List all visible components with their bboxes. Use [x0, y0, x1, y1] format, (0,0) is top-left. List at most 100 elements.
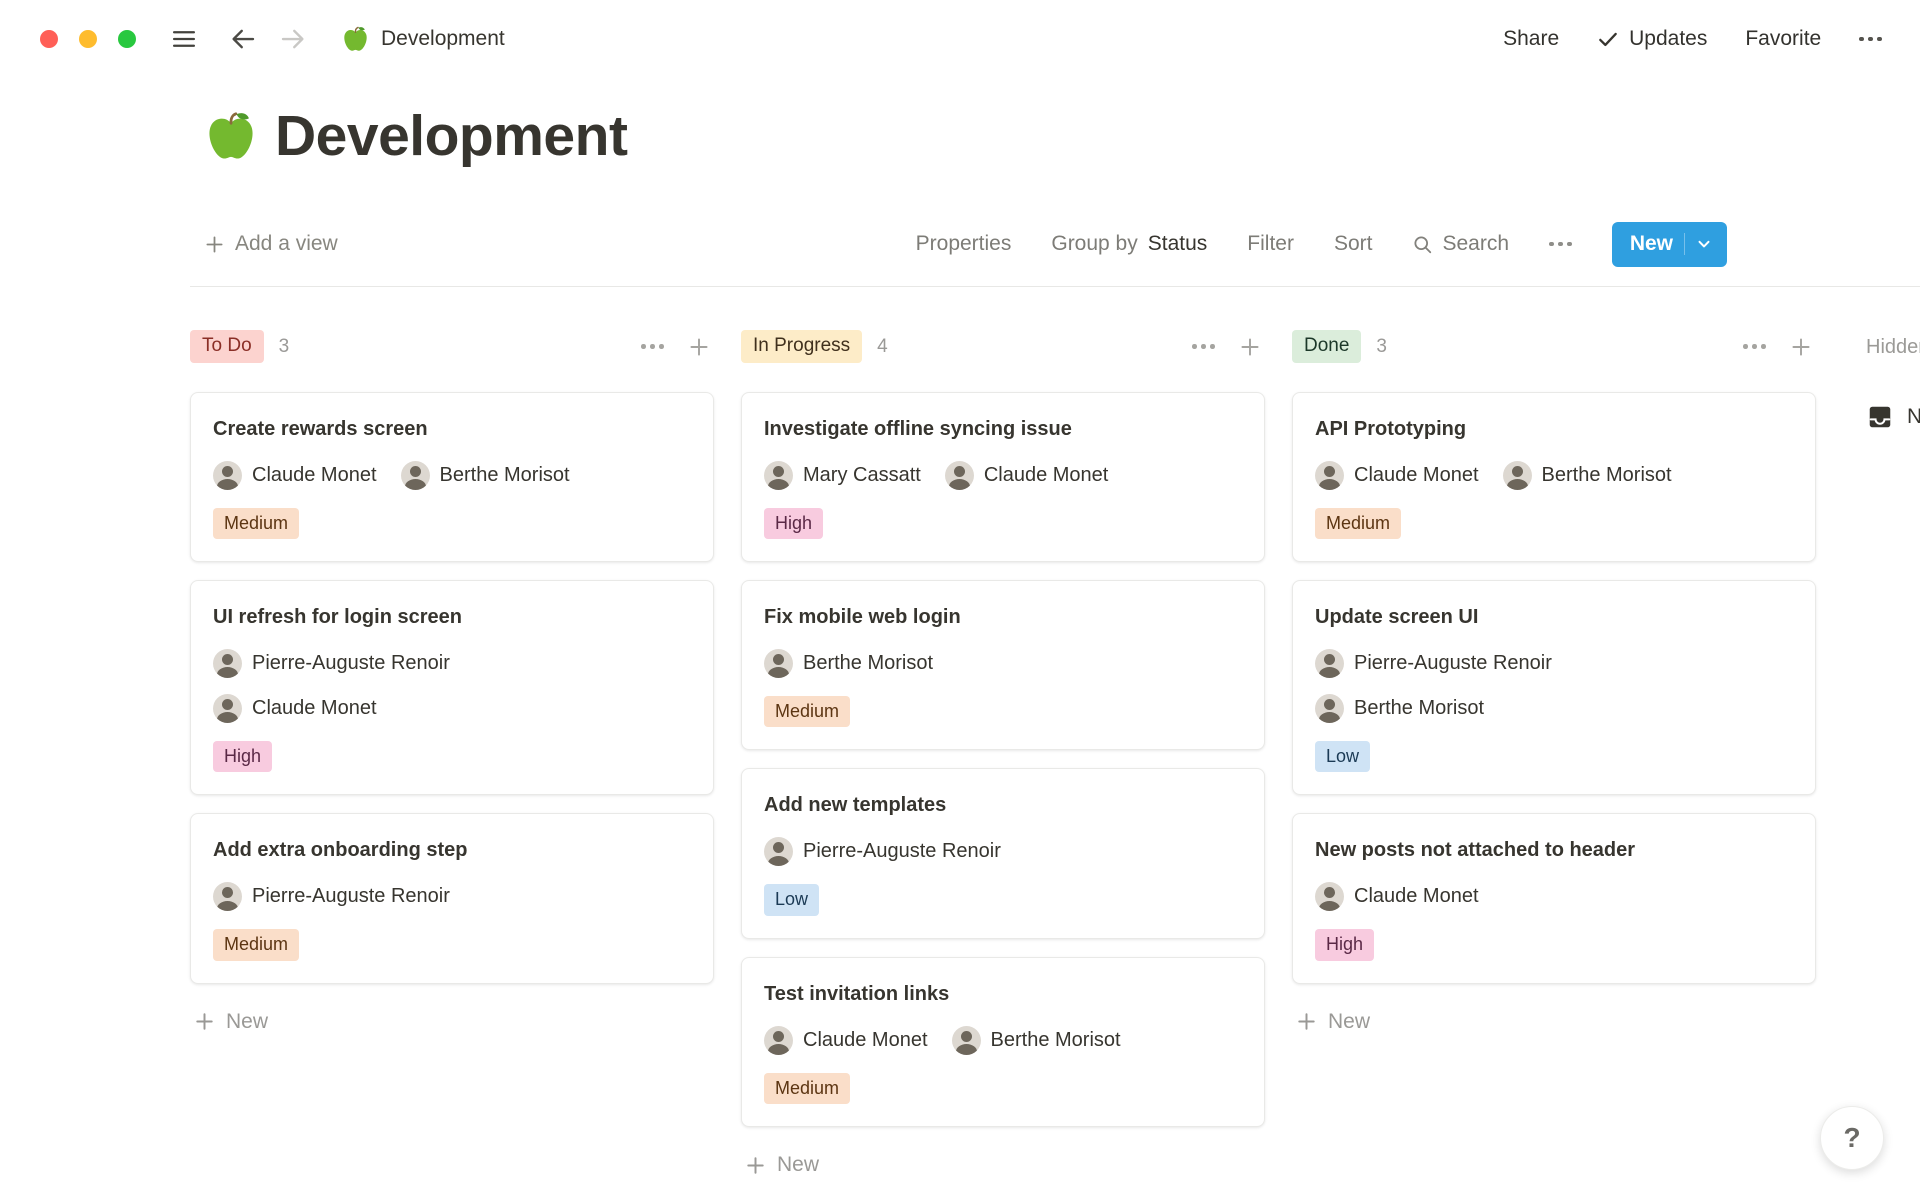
avatar-icon	[213, 882, 242, 911]
assignee-row: Pierre-Auguste Renoir	[213, 649, 691, 678]
card-title: Add new templates	[764, 792, 1242, 819]
kanban-card[interactable]: API Prototyping Claude Monet Berthe Mori…	[1292, 392, 1816, 562]
help-label: ?	[1843, 1122, 1860, 1154]
assignee: Mary Cassatt	[764, 461, 921, 490]
group-count: 3	[279, 336, 290, 358]
priority-badge: High	[1315, 929, 1374, 960]
chevron-down-icon[interactable]	[1696, 236, 1712, 252]
card-title: API Prototyping	[1315, 416, 1793, 443]
assignee-row: Pierre-Auguste Renoir	[764, 837, 1242, 866]
kanban-card[interactable]: New posts not attached to header Claude …	[1292, 813, 1816, 983]
more-actions-icon[interactable]	[1859, 37, 1882, 42]
kanban-card[interactable]: Update screen UI Pierre-Auguste Renoir B…	[1292, 580, 1816, 795]
avatar-icon	[764, 1026, 793, 1055]
view-more-options-icon[interactable]	[1549, 242, 1572, 247]
search-icon	[1412, 234, 1433, 255]
filter-button[interactable]: Filter	[1247, 232, 1294, 256]
assignee-row: Pierre-Auguste Renoir	[1315, 649, 1793, 678]
column-new-button[interactable]: New	[190, 1010, 714, 1034]
zoom-button[interactable]	[118, 30, 136, 48]
forward-button[interactable]	[278, 24, 308, 54]
search-button[interactable]: Search	[1412, 232, 1509, 256]
group-badge-todo[interactable]: To Do	[190, 330, 264, 363]
close-button[interactable]	[40, 30, 58, 48]
assignee-row: Claude Monet	[1315, 882, 1793, 911]
avatar-icon	[1315, 694, 1344, 723]
hidden-groups-toggle[interactable]: Hidden	[1866, 329, 1920, 365]
new-label: New	[226, 1010, 268, 1034]
kanban-card[interactable]: Test invitation links Claude Monet Berth…	[741, 957, 1265, 1127]
column-add-icon[interactable]	[1786, 332, 1816, 362]
kanban-card[interactable]: Fix mobile web login Berthe Morisot Medi…	[741, 580, 1265, 750]
avatar-icon	[1315, 882, 1344, 911]
group-by-label: Group by	[1051, 232, 1137, 256]
assignee-name: Claude Monet	[252, 464, 377, 487]
column-in-progress: In Progress 4 Investigate offline syncin…	[741, 329, 1265, 1178]
page-title[interactable]: Development	[275, 104, 627, 170]
column-done: Done 3 API Prototyping Claude Monet Bert…	[1292, 329, 1816, 1034]
share-button[interactable]: Share	[1503, 27, 1559, 51]
priority-badge: Medium	[213, 508, 299, 539]
assignee-name: Claude Monet	[1354, 885, 1479, 908]
card-title: New posts not attached to header	[1315, 837, 1793, 864]
filter-label: Filter	[1247, 232, 1294, 256]
avatar-icon	[952, 1026, 981, 1055]
column-add-icon[interactable]	[1235, 332, 1265, 362]
minimize-button[interactable]	[79, 30, 97, 48]
assignee-name: Pierre-Auguste Renoir	[252, 652, 450, 675]
card-list: Investigate offline syncing issue Mary C…	[741, 392, 1265, 1128]
column-new-button[interactable]: New	[1292, 1010, 1816, 1034]
column-more-icon[interactable]	[1739, 340, 1770, 353]
assignee: Claude Monet	[1315, 882, 1479, 911]
column-header: To Do 3	[190, 329, 714, 365]
check-icon	[1597, 28, 1619, 50]
group-by-button[interactable]: Group by Status	[1051, 232, 1207, 256]
assignee-row: Mary Cassatt Claude Monet	[764, 461, 1242, 490]
view-options: Properties Group by Status Filter Sort S…	[916, 222, 1727, 267]
priority-badge: Low	[764, 884, 819, 915]
breadcrumb[interactable]: Development	[342, 26, 505, 53]
add-view-label: Add a view	[235, 232, 338, 256]
column-add-icon[interactable]	[684, 332, 714, 362]
hidden-group-no-status[interactable]: No Status	[1866, 403, 1920, 431]
properties-label: Properties	[916, 232, 1012, 256]
window-titlebar: Development Share Updates Favorite	[0, 0, 1920, 78]
sidebar-toggle-icon[interactable]	[170, 25, 198, 53]
breadcrumb-title: Development	[381, 27, 505, 51]
sort-label: Sort	[1334, 232, 1373, 256]
kanban-card[interactable]: Create rewards screen Claude Monet Berth…	[190, 392, 714, 562]
priority-badge: Medium	[1315, 508, 1401, 539]
assignee-name: Pierre-Auguste Renoir	[252, 885, 450, 908]
assignee-row: Claude Monet Berthe Morisot	[1315, 461, 1793, 490]
group-count: 3	[1376, 336, 1387, 358]
group-badge-in-progress[interactable]: In Progress	[741, 330, 862, 363]
assignee: Berthe Morisot	[1503, 461, 1672, 490]
updates-button[interactable]: Updates	[1597, 27, 1707, 51]
assignee-row: Berthe Morisot	[1315, 694, 1793, 723]
column-new-button[interactable]: New	[741, 1153, 1265, 1177]
kanban-card[interactable]: UI refresh for login screen Pierre-Augus…	[190, 580, 714, 795]
column-more-icon[interactable]	[637, 340, 668, 353]
priority-badge: High	[764, 508, 823, 539]
new-button[interactable]: New	[1612, 222, 1727, 267]
back-button[interactable]	[228, 24, 258, 54]
assignee: Berthe Morisot	[1315, 694, 1484, 723]
kanban-card[interactable]: Add new templates Pierre-Auguste Renoir …	[741, 768, 1265, 938]
page-icon-apple[interactable]	[205, 111, 257, 163]
group-badge-done[interactable]: Done	[1292, 330, 1361, 363]
kanban-card[interactable]: Investigate offline syncing issue Mary C…	[741, 392, 1265, 562]
assignee: Berthe Morisot	[764, 649, 933, 678]
properties-button[interactable]: Properties	[916, 232, 1012, 256]
help-button[interactable]: ?	[1820, 1106, 1884, 1170]
sort-button[interactable]: Sort	[1334, 232, 1373, 256]
assignee-name: Berthe Morisot	[1542, 464, 1672, 487]
favorite-button[interactable]: Favorite	[1745, 27, 1821, 51]
card-title: Update screen UI	[1315, 604, 1793, 631]
avatar-icon	[401, 461, 430, 490]
add-view-button[interactable]: Add a view	[205, 232, 338, 256]
inbox-icon	[1866, 403, 1894, 431]
assignee-name: Claude Monet	[803, 1029, 928, 1052]
column-more-icon[interactable]	[1188, 340, 1219, 353]
avatar-icon	[1315, 461, 1344, 490]
kanban-card[interactable]: Add extra onboarding step Pierre-Auguste…	[190, 813, 714, 983]
